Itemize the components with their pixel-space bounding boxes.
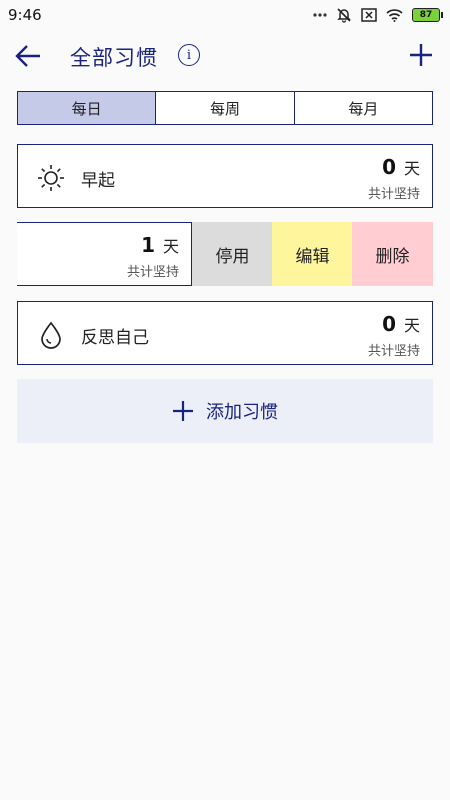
days-count: 0 天 bbox=[382, 155, 420, 179]
mute-bell-icon bbox=[336, 7, 352, 23]
habit-name: 反思自己 bbox=[81, 328, 149, 348]
habit-card-early-rise[interactable]: 早起 0 天 共计坚持 bbox=[17, 144, 433, 208]
status-bar: 9:46 87 bbox=[0, 0, 450, 30]
days-count: 0 天 bbox=[382, 312, 420, 336]
days-number: 1 bbox=[141, 233, 155, 257]
habit-name: 早起 bbox=[81, 171, 115, 191]
status-time: 9:46 bbox=[8, 6, 42, 24]
disable-button[interactable]: 停用 bbox=[192, 222, 273, 286]
days-count: 1 天 bbox=[141, 233, 179, 257]
delete-button[interactable]: 删除 bbox=[352, 222, 433, 286]
days-label: 共计坚持 bbox=[367, 187, 420, 202]
app-header: 全部习惯 i bbox=[0, 30, 450, 82]
days-label: 共计坚持 bbox=[367, 344, 420, 359]
wifi-icon bbox=[386, 8, 403, 22]
battery-icon: 87 bbox=[412, 8, 443, 22]
add-habit-button[interactable]: 添加习惯 bbox=[17, 379, 433, 443]
sun-icon bbox=[38, 165, 64, 191]
tab-weekly[interactable]: 每周 bbox=[155, 92, 294, 124]
plus-icon bbox=[173, 401, 193, 421]
edit-button[interactable]: 编辑 bbox=[272, 222, 353, 286]
period-tabs: 每日 每周 每月 bbox=[17, 91, 433, 125]
tab-daily[interactable]: 每日 bbox=[18, 92, 156, 124]
info-icon: i bbox=[186, 47, 192, 63]
habit-card-swiped[interactable]: 1 天 共计坚持 bbox=[17, 222, 192, 286]
habit-card-reflect[interactable]: 反思自己 0 天 共计坚持 bbox=[17, 301, 433, 365]
days-number: 0 bbox=[382, 155, 396, 179]
days-label: 共计坚持 bbox=[126, 265, 179, 280]
habit-swipe-row: 1 天 共计坚持 停用 编辑 删除 bbox=[17, 222, 433, 286]
add-habit-label: 添加习惯 bbox=[206, 402, 278, 423]
sim-x-icon bbox=[361, 8, 377, 22]
days-number: 0 bbox=[382, 312, 396, 336]
status-icons: 87 bbox=[313, 7, 443, 23]
days-unit: 天 bbox=[403, 159, 420, 178]
plus-icon bbox=[410, 44, 432, 66]
dots-icon bbox=[313, 13, 327, 17]
page-title: 全部习惯 bbox=[70, 46, 158, 70]
tab-monthly[interactable]: 每月 bbox=[293, 92, 432, 124]
arrow-left-icon bbox=[15, 45, 40, 67]
back-button[interactable] bbox=[14, 42, 42, 70]
days-unit: 天 bbox=[403, 316, 420, 335]
water-drop-icon bbox=[41, 321, 61, 349]
days-unit: 天 bbox=[162, 237, 179, 256]
add-button[interactable] bbox=[408, 42, 434, 68]
info-button[interactable]: i bbox=[178, 44, 200, 66]
